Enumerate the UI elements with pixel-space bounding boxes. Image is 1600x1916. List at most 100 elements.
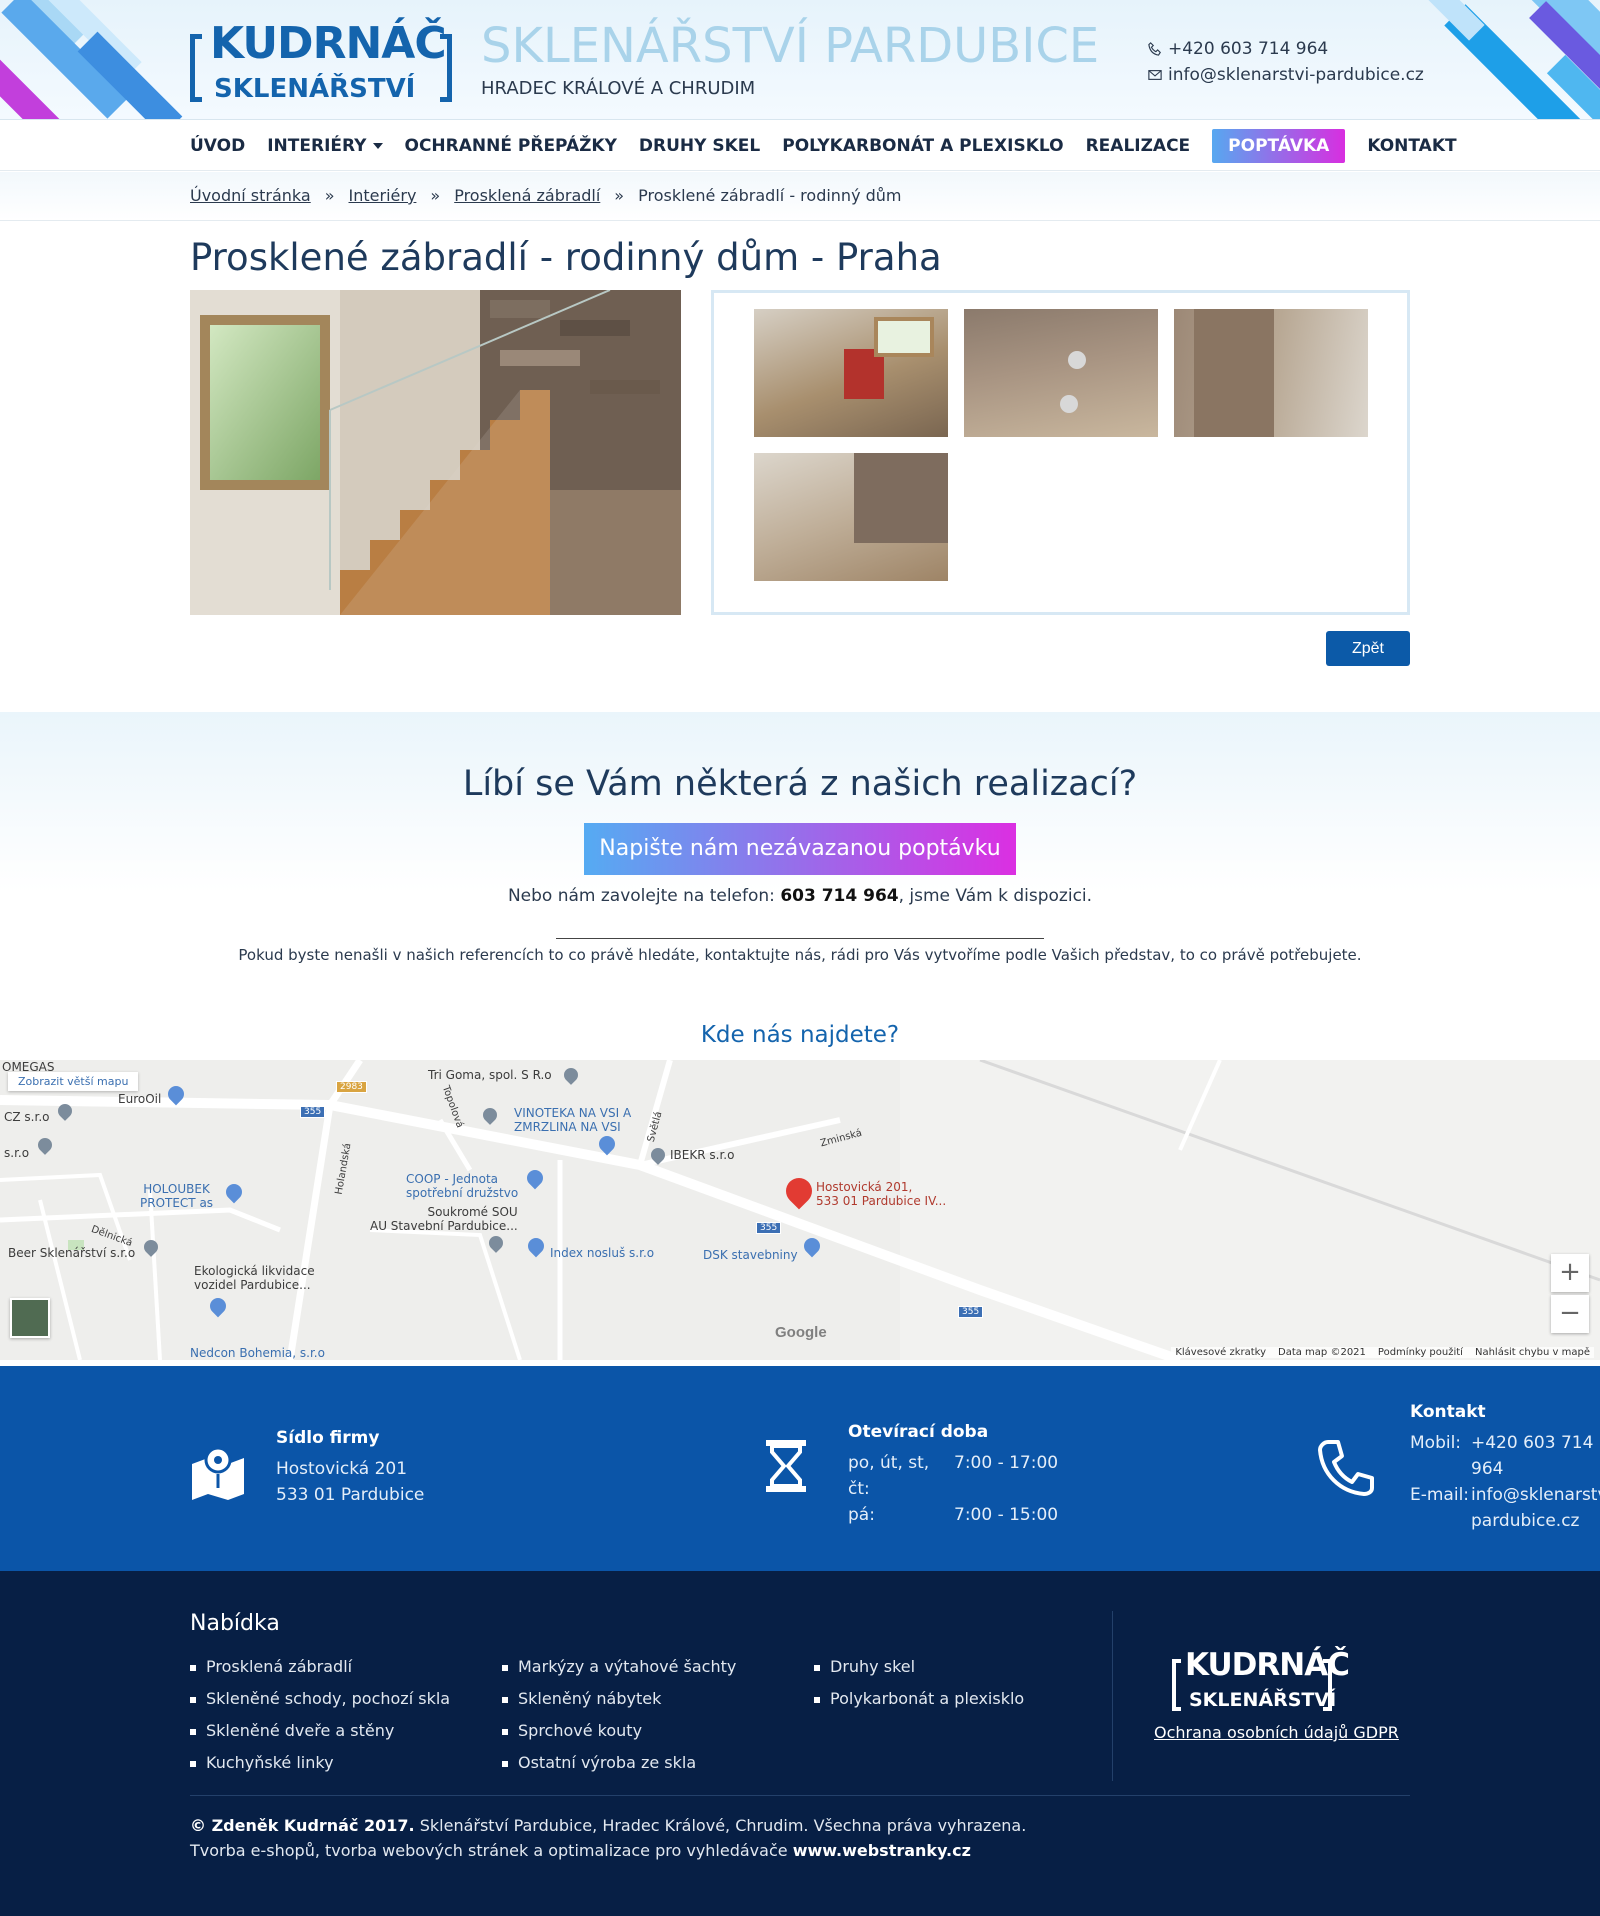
breadcrumb: Úvodní stránka » Interiéry » Prosklená zábra… xyxy=(0,172,1600,221)
map-place-label: Soukromé SOU AU Stavební Pardubice... xyxy=(370,1205,518,1233)
site-logo[interactable]: KUDRNÁČ SKLENÁŘSTVÍ xyxy=(190,18,452,104)
google-map[interactable]: Zobrazit větší mapu 2983 355 355 355 Tri… xyxy=(0,1060,1600,1360)
zoom-out-button[interactable]: − xyxy=(1551,1295,1589,1333)
cta-phone-number[interactable]: 603 714 964 xyxy=(780,886,898,906)
nav-item-poptavka[interactable]: POPTÁVKA xyxy=(1212,129,1346,163)
map-place-label: Index nosluš s.r.o xyxy=(550,1246,655,1260)
breadcrumb-link-home[interactable]: Úvodní stránka xyxy=(190,186,311,205)
credit-text: Tvorba e-shopů, tvorba webových stránek … xyxy=(190,1841,793,1860)
terms-link[interactable]: Podmínky použití xyxy=(1378,1347,1463,1358)
footer-link[interactable]: Skleněné schody, pochozí skla xyxy=(190,1683,450,1715)
hours-row: po, út, st, čt: 7:00 - 17:00 xyxy=(848,1450,1058,1502)
logo-bracket-left xyxy=(1172,1659,1181,1711)
footer-logo-line1: KUDRNÁČ xyxy=(1185,1647,1350,1683)
nav-item-realizace[interactable]: REALIZACE xyxy=(1086,136,1191,156)
map-place-label: s.r.o xyxy=(4,1146,30,1160)
road-number-badge: 355 xyxy=(958,1306,984,1318)
hours-title: Otevírací doba xyxy=(848,1422,989,1442)
mobile-value: +420 603 714 xyxy=(1471,1433,1594,1453)
gallery-thumbnail[interactable] xyxy=(754,453,948,581)
logo-bracket-left xyxy=(190,34,202,102)
gallery-thumbnail[interactable] xyxy=(1174,309,1368,437)
hours-time: 7:00 - 17:00 xyxy=(954,1453,1059,1473)
cta-section: Líbí se Vám některá z našich realizací? … xyxy=(0,712,1600,1012)
map-place-label: DSK stavebniny xyxy=(703,1248,798,1262)
email-row-cont: pardubice.cz xyxy=(1410,1508,1600,1534)
nav-item-interiery-label: INTERIÉRY xyxy=(267,136,367,156)
main-photo[interactable] xyxy=(190,290,681,615)
nav-item-ochranne-prepazky[interactable]: OCHRANNÉ PŘEPÁŽKY xyxy=(405,136,617,156)
satellite-toggle[interactable] xyxy=(10,1298,50,1338)
breadcrumb-separator: » xyxy=(614,186,625,205)
nav-item-interiery[interactable]: INTERIÉRY xyxy=(267,136,383,156)
caret-down-icon xyxy=(372,143,383,149)
map-place-label: COOP - Jednota spotřební družstvo xyxy=(406,1172,519,1200)
google-logo: Google xyxy=(775,1324,827,1341)
cta-heading: Líbí se Vám některá z našich realizací? xyxy=(462,764,1138,804)
footer-link[interactable]: Skleněné dveře a stěny xyxy=(190,1715,450,1747)
header-decoration-right xyxy=(1405,0,1485,41)
info-bar: Sídlo firmy Hostovická 201 533 01 Pardub… xyxy=(0,1366,1600,1571)
footer-divider xyxy=(1112,1611,1113,1781)
keyboard-shortcuts-link[interactable]: Klávesové zkratky xyxy=(1175,1347,1266,1358)
footer-link[interactable]: Kuchyňské linky xyxy=(190,1747,450,1779)
mobile-row[interactable]: Mobil: +420 603 714 xyxy=(1410,1430,1600,1456)
nav-item-druhy-skel[interactable]: DRUHY SKEL xyxy=(639,136,760,156)
logo-text-line2: SKLENÁŘSTVÍ xyxy=(214,74,416,104)
map-data-credit: Data map ©2021 xyxy=(1278,1347,1366,1358)
footer-link[interactable]: Druhy skel xyxy=(814,1651,1024,1683)
seat-line2: 533 01 Pardubice xyxy=(276,1485,425,1505)
phone-icon xyxy=(1148,42,1161,56)
map-place-label: VINOTEKA NA VSI A ZMRZLINA NA VSI xyxy=(514,1106,632,1134)
copyright: © Zdeněk Kudrnáč 2017. Sklenářství Pardu… xyxy=(190,1813,1026,1863)
email-row[interactable]: E-mail: info@sklenarstv xyxy=(1410,1482,1600,1508)
header-phone[interactable]: +420 603 714 964 xyxy=(1148,36,1424,62)
footer-link[interactable]: Sprchové kouty xyxy=(502,1715,736,1747)
contact-block: Kontakt Mobil: +420 603 714 964 E-mail: in… xyxy=(1410,1402,1600,1534)
main-navigation: ÚVOD INTERIÉRY OCHRANNÉ PŘEPÁŽKY DRUHY S… xyxy=(0,121,1600,171)
gallery-thumbnail[interactable] xyxy=(964,309,1158,437)
footer-separator xyxy=(190,1795,1410,1796)
footer-link[interactable]: Polykarbonát a plexisklo xyxy=(814,1683,1024,1715)
nav-item-polykarbonat[interactable]: POLYKARBONÁT A PLEXISKLO xyxy=(782,136,1063,156)
footer-column-2: Markýzy a výtahové šachty Skleněný nábyt… xyxy=(502,1651,736,1779)
gallery-thumbnail[interactable] xyxy=(754,309,948,437)
header-phone-text: +420 603 714 964 xyxy=(1168,39,1329,59)
cta-note: Pokud byste nenašli v našich referencích… xyxy=(238,946,1362,964)
breadcrumb-link-zabradli[interactable]: Prosklená zábradlí xyxy=(454,186,600,205)
map-footer: Klávesové zkratky Data map ©2021 Podmínk… xyxy=(1171,1347,1594,1358)
report-error-link[interactable]: Nahlásit chybu v mapě xyxy=(1475,1347,1590,1358)
email-value-cont: pardubice.cz xyxy=(1471,1511,1580,1531)
credit-line: Tvorba e-shopů, tvorba webových stránek … xyxy=(190,1838,1026,1863)
gdpr-link[interactable]: Ochrana osobních údajů GDPR xyxy=(1154,1723,1399,1742)
header-email[interactable]: info@sklenarstvi-pardubice.cz xyxy=(1148,62,1424,88)
breadcrumb-separator: » xyxy=(430,186,441,205)
map-place-label: CZ s.r.o xyxy=(4,1110,50,1124)
copyright-text: Sklenářství Pardubice, Hradec Králové, C… xyxy=(414,1816,1027,1835)
thumbnail-detail xyxy=(874,317,934,357)
footer-logo[interactable]: KUDRNÁČ SKLENÁŘSTVÍ xyxy=(1172,1647,1350,1713)
credit-link[interactable]: www.webstranky.cz xyxy=(793,1841,971,1860)
nav-item-kontakt[interactable]: KONTAKT xyxy=(1367,136,1456,156)
footer-link[interactable]: Markýzy a výtahové šachty xyxy=(502,1651,736,1683)
site-header: KUDRNÁČ SKLENÁŘSTVÍ SKLENÁŘSTVÍ PARDUBIC… xyxy=(0,0,1600,120)
footer-logo-line2: SKLENÁŘSTVÍ xyxy=(1189,1689,1337,1711)
map-roads xyxy=(0,1060,1600,1360)
mobile-row-cont: 964 xyxy=(1410,1456,1600,1482)
breadcrumb-link-interiery[interactable]: Interiéry xyxy=(349,186,417,205)
map-place-label: EuroOil xyxy=(118,1092,162,1106)
breadcrumb-current: Prosklené zábradlí - rodinný dům xyxy=(638,186,902,205)
zoom-in-button[interactable]: + xyxy=(1551,1254,1589,1292)
road-number-badge: 355 xyxy=(756,1222,782,1234)
larger-map-link[interactable]: Zobrazit větší mapu xyxy=(8,1072,139,1091)
inquiry-button[interactable]: Napište nám nezávazanou poptávku xyxy=(584,823,1016,875)
phone-icon xyxy=(1318,1440,1374,1496)
map-place-label: Nedcon Bohemia, s.r.o xyxy=(190,1346,325,1360)
thumbnail-detail xyxy=(1060,395,1078,413)
thumbnail-detail xyxy=(1194,309,1274,437)
footer-link[interactable]: Ostatní výroba ze skla xyxy=(502,1747,736,1779)
footer-link[interactable]: Prosklená zábradlí xyxy=(190,1651,450,1683)
footer-link[interactable]: Skleněný nábytek xyxy=(502,1683,736,1715)
nav-item-uvod[interactable]: ÚVOD xyxy=(190,136,245,156)
back-button[interactable]: Zpět xyxy=(1326,631,1410,666)
